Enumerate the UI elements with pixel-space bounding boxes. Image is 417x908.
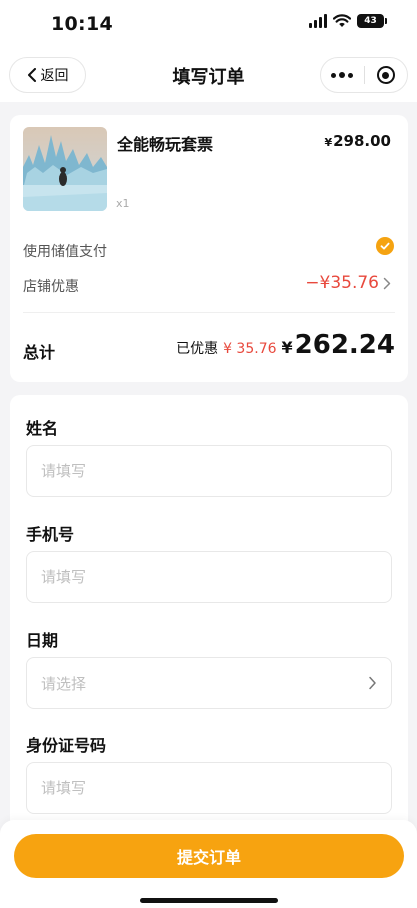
bottom-action-bar: 提交订单 <box>0 820 417 908</box>
total-summary: 已优惠 ¥ 35.76 ¥262.24 <box>176 330 395 360</box>
status-bar: 10:14 43 <box>0 0 417 50</box>
stored-value-label: 使用储值支付 <box>23 244 107 260</box>
store-discount-row[interactable]: −¥35.76 <box>305 273 391 293</box>
date-placeholder: 请选择 <box>41 674 87 693</box>
check-icon[interactable] <box>376 237 394 255</box>
product-name: 全能畅玩套票 <box>117 135 214 154</box>
date-label: 日期 <box>26 631 59 650</box>
product-quantity: x1 <box>116 197 130 210</box>
battery-level: 43 <box>364 16 377 26</box>
total-label: 总计 <box>23 343 56 362</box>
product-price: ¥298.00 <box>324 132 391 150</box>
contact-form-card: 姓名 手机号 日期 请选择 身份证号码 <box>10 395 408 835</box>
target-icon <box>376 66 395 84</box>
signal-icon <box>309 14 327 28</box>
chevron-right-icon <box>369 676 376 690</box>
chevron-right-icon <box>383 277 391 289</box>
store-discount-label: 店铺优惠 <box>23 279 79 295</box>
name-label: 姓名 <box>26 419 59 438</box>
wifi-icon <box>333 14 351 27</box>
date-select[interactable]: 请选择 <box>26 657 392 709</box>
phone-label: 手机号 <box>26 525 75 544</box>
divider <box>23 312 395 313</box>
battery-icon: 43 <box>357 14 387 28</box>
product-image <box>23 127 107 211</box>
id-number-label: 身份证号码 <box>26 736 107 755</box>
total-value: ¥262.24 <box>281 330 395 360</box>
id-number-input[interactable] <box>26 762 392 814</box>
status-icons: 43 <box>309 14 387 28</box>
more-dots-icon <box>331 72 354 78</box>
saved-label: 已优惠 <box>176 341 219 357</box>
status-time: 10:14 <box>51 13 113 35</box>
phone-input[interactable] <box>26 551 392 603</box>
navbar: 返回 填写订单 <box>0 50 417 102</box>
mini-program-capsule <box>320 57 408 93</box>
more-button[interactable] <box>321 58 364 92</box>
saved-value: ¥ 35.76 <box>223 341 277 357</box>
submit-order-button[interactable]: 提交订单 <box>14 834 404 878</box>
name-input[interactable] <box>26 445 392 497</box>
order-summary-card: 全能畅玩套票 ¥298.00 x1 使用储值支付 店铺优惠 −¥35.76 总计… <box>10 115 408 382</box>
home-indicator <box>140 898 278 903</box>
store-discount-value: −¥35.76 <box>305 273 379 293</box>
close-mini-program-button[interactable] <box>365 58 408 92</box>
